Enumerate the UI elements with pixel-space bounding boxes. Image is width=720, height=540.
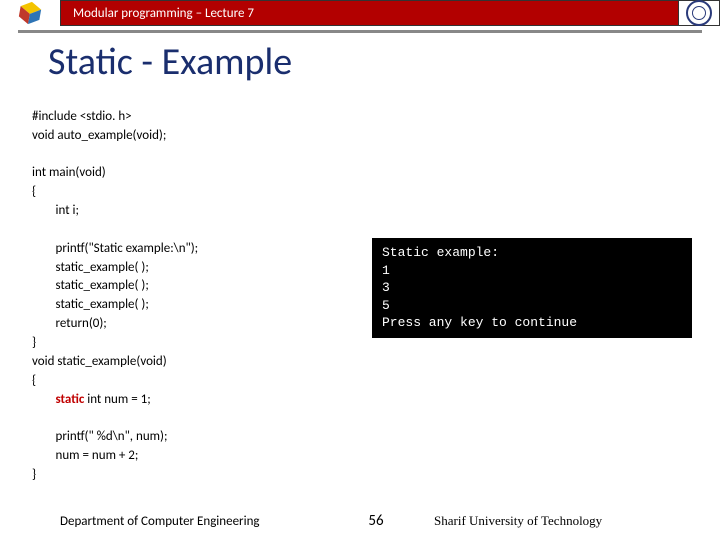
code-line: return(0); <box>32 316 107 331</box>
cube-logo-icon <box>15 0 45 28</box>
code-line: static_example( ); <box>32 297 149 312</box>
slide-title: Static - Example <box>48 39 720 85</box>
output-line: Press any key to continue <box>382 315 577 330</box>
logo-box <box>0 0 60 26</box>
footer-university: Sharif University of Technology <box>406 513 720 529</box>
code-line: static_example( ); <box>32 260 149 275</box>
code-line: } <box>32 467 36 482</box>
code-line: { <box>32 184 36 199</box>
output-line: 1 <box>382 263 390 278</box>
code-line: int i; <box>32 203 79 218</box>
university-seal <box>679 0 720 26</box>
header-bar: Modular programming – Lecture 7 <box>0 0 720 26</box>
code-line: num = num + 2; <box>32 448 138 463</box>
static-keyword: static <box>56 392 85 407</box>
seal-icon <box>686 0 712 26</box>
footer: Department of Computer Engineering 56 Sh… <box>0 512 720 530</box>
code-line: int main(void) <box>32 165 106 180</box>
code-line: printf(" %d\n", num); <box>32 429 167 444</box>
header-title: Modular programming – Lecture 7 <box>60 0 679 26</box>
code-line: printf("Static example:\n"); <box>32 241 198 256</box>
output-line: 5 <box>382 298 390 313</box>
code-line-rest: int num = 1; <box>84 392 150 407</box>
code-line: void auto_example(void); <box>32 128 166 143</box>
course-label: Modular programming – Lecture 7 <box>73 6 254 21</box>
output-line: Static example: <box>382 245 499 260</box>
output-line: 3 <box>382 280 390 295</box>
footer-department: Department of Computer Engineering <box>0 514 346 529</box>
code-line: { <box>32 373 36 388</box>
code-line: static_example( ); <box>32 278 149 293</box>
console-output: Static example: 1 3 5 Press any key to c… <box>372 238 692 338</box>
page-number: 56 <box>346 512 406 530</box>
code-line: void static_example(void) <box>32 354 167 369</box>
code-line: #include <stdio. h> <box>32 109 132 124</box>
code-line: } <box>32 335 36 350</box>
header-underline <box>18 30 702 33</box>
